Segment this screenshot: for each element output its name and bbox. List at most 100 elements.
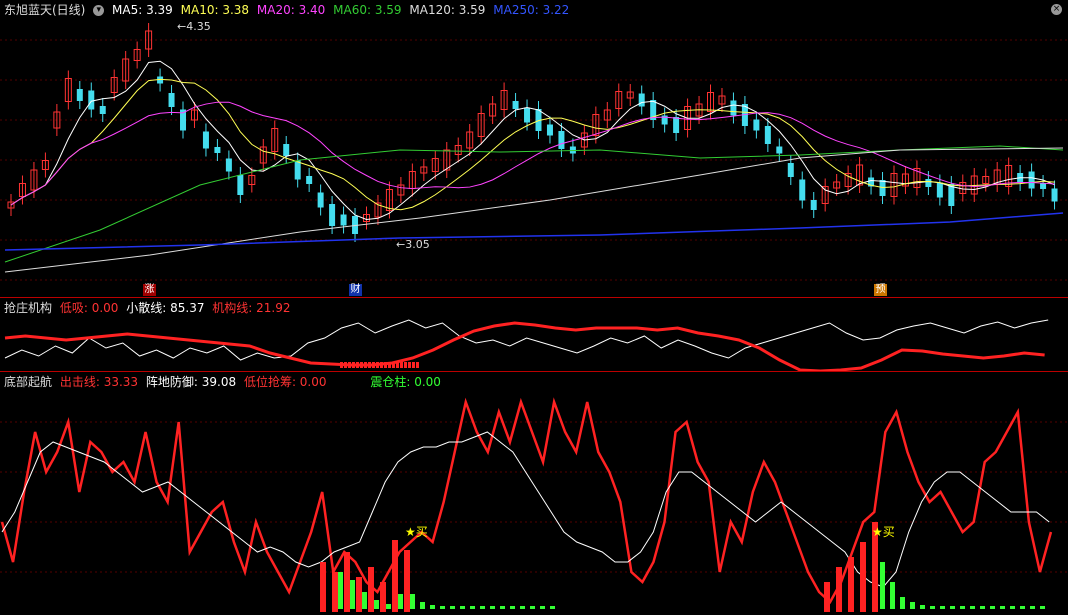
candle-body xyxy=(730,100,737,116)
zhencang-bar xyxy=(920,605,925,609)
dixi-bar xyxy=(344,362,347,368)
candle-body xyxy=(1028,171,1035,189)
zhendi-label: 阵地防御: 39.08 xyxy=(145,375,237,389)
dixi-bar xyxy=(368,362,371,368)
candle-body xyxy=(340,214,347,226)
candlestick-chart xyxy=(0,23,1068,281)
pane3-title: 底部起航 xyxy=(4,375,53,389)
zhencang-bar xyxy=(480,606,485,609)
zhencang-bar xyxy=(910,602,915,609)
dixi-bar xyxy=(384,362,387,368)
zhencang-bar xyxy=(450,606,455,609)
candle-body xyxy=(799,179,806,201)
diwei-bar xyxy=(824,582,830,612)
ma250-label: MA250: 3.22 xyxy=(493,3,570,17)
jigou-label: 机构线: 21.92 xyxy=(212,301,291,315)
low-price-marker: ←3.05 xyxy=(396,238,430,251)
diwei-bar xyxy=(848,557,854,612)
dixi-bar xyxy=(380,362,383,368)
diwei-bar xyxy=(404,550,410,612)
candle-body xyxy=(787,163,794,177)
main-candlestick-pane[interactable]: 东旭蓝天(日线) ▾ MA5: 3.39 MA10: 3.38 MA20: 3.… xyxy=(0,0,1068,297)
qiangzhuang-pane[interactable]: 抢庄机构 低吸: 0.00 小散线: 85.37 机构线: 21.92 xyxy=(0,298,1068,371)
dixi-bar xyxy=(356,362,359,368)
dixi-bar xyxy=(352,362,355,368)
zhencang-bar xyxy=(440,606,445,609)
dibu-chart xyxy=(0,397,1068,612)
dixi-bar xyxy=(372,362,375,368)
candle-body xyxy=(546,124,553,136)
jigou-line xyxy=(4,321,1045,371)
zhencang-bar xyxy=(960,606,965,609)
candle-body xyxy=(294,160,301,180)
pane2-title: 抢庄机构 xyxy=(4,301,53,315)
zhencang-bar xyxy=(398,594,403,609)
dixi-bar xyxy=(396,362,399,368)
candle-body xyxy=(512,101,519,109)
pane3-legend: 底部起航 出击线: 33.33 阵地防御: 39.08 低位抢筹: 0.00 震… xyxy=(0,372,441,392)
event-tag-yu[interactable]: 预 xyxy=(874,284,887,296)
buy-signal-1: ★买 xyxy=(405,525,428,539)
candle-body xyxy=(99,106,106,114)
diwei-bar xyxy=(344,552,350,612)
dixi-bar xyxy=(340,362,343,368)
diwei-label: 低位抢筹: 0.00 xyxy=(243,375,327,389)
candle-body xyxy=(673,117,680,133)
zhencang-bar xyxy=(1040,606,1045,609)
zhencang-bar xyxy=(350,580,355,609)
dixi-bar xyxy=(400,362,403,368)
zhencang-bar xyxy=(540,606,545,609)
zhencang-bar xyxy=(386,604,391,609)
indicator-options-icon[interactable]: ▾ xyxy=(93,5,105,16)
zhencang-bar xyxy=(890,582,895,609)
zhencang-bar xyxy=(362,592,367,609)
dixi-bar xyxy=(348,362,351,368)
dixi-bar xyxy=(408,362,411,368)
candle-body xyxy=(88,90,95,110)
zhencang-bar xyxy=(970,606,975,609)
candle-body xyxy=(317,192,324,208)
diwei-bar xyxy=(380,582,386,612)
zhencang-bar xyxy=(550,606,555,609)
event-tag-zhang[interactable]: 涨 xyxy=(143,284,156,296)
dixi-bar xyxy=(412,362,415,368)
close-icon[interactable]: × xyxy=(1051,4,1062,15)
zhencang-bar xyxy=(510,606,515,609)
diwei-bar xyxy=(320,562,326,612)
candle-body xyxy=(283,144,290,156)
ma20-label: MA20: 3.40 xyxy=(256,3,326,17)
xiaosan-label: 小散线: 85.37 xyxy=(126,301,205,315)
ma5-line xyxy=(10,60,1055,221)
candle-body xyxy=(329,204,336,226)
event-tag-cai[interactable]: 财 xyxy=(349,284,362,296)
candle-body xyxy=(202,131,209,149)
ma20-line xyxy=(10,101,1055,206)
main-legend: 东旭蓝天(日线) ▾ MA5: 3.39 MA10: 3.38 MA20: 3.… xyxy=(0,0,569,20)
high-price-marker: ←4.35 xyxy=(177,20,211,33)
zhencang-bar xyxy=(1000,606,1005,609)
zhencang-bar xyxy=(930,606,935,609)
candle-body xyxy=(237,175,244,195)
candle-body xyxy=(810,200,817,210)
candle-body xyxy=(753,119,760,131)
dibu-qihang-pane[interactable]: 底部起航 出击线: 33.33 阵地防御: 39.08 低位抢筹: 0.00 震… xyxy=(0,372,1068,615)
ma60-line xyxy=(4,145,1064,263)
zhencang-bar xyxy=(530,606,535,609)
diwei-bar xyxy=(356,577,362,612)
candle-body xyxy=(225,158,232,172)
stock-title: 东旭蓝天(日线) xyxy=(4,3,86,17)
candle-body xyxy=(776,146,783,154)
dixi-bar xyxy=(360,362,363,368)
dixi-bar xyxy=(376,362,379,368)
pane2-legend: 抢庄机构 低吸: 0.00 小散线: 85.37 机构线: 21.92 xyxy=(0,298,291,318)
zhencang-bar xyxy=(880,562,885,609)
diwei-bar xyxy=(836,567,842,612)
zhencang-bar xyxy=(420,602,425,609)
zhencang-bar xyxy=(990,606,995,609)
candle-body xyxy=(925,179,932,187)
zhencang-label: 震仓柱: 0.00 xyxy=(370,375,441,389)
dixi-bar xyxy=(392,362,395,368)
zhencang-bar xyxy=(950,606,955,609)
candle-body xyxy=(306,176,313,184)
zhencang-bar xyxy=(460,606,465,609)
